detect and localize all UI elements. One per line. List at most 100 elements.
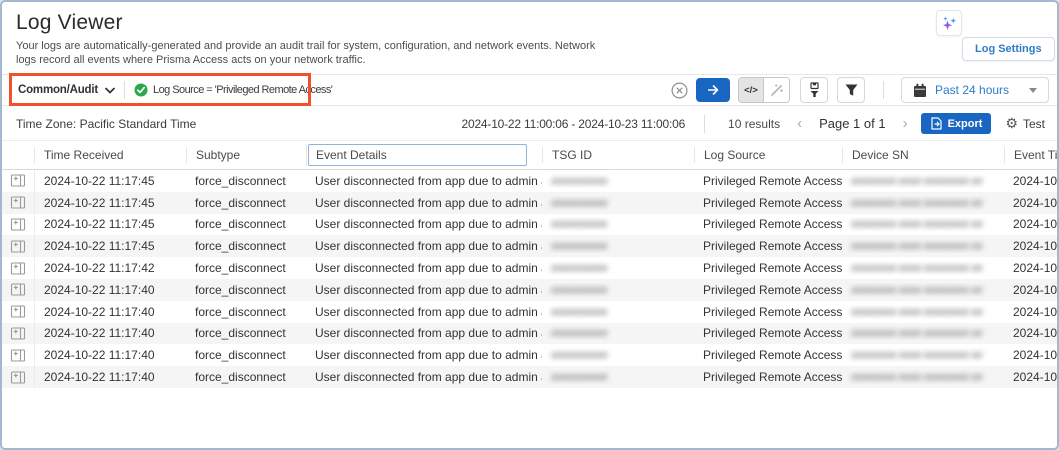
previous-page-button[interactable]: ‹ xyxy=(794,116,805,131)
log-settings-label: Log Settings xyxy=(975,43,1042,55)
cell-event-details: User disconnected from app due to admin … xyxy=(306,326,542,340)
cell-event-time: 2024-10-22 xyxy=(1004,305,1057,319)
column-header-time-received[interactable]: Time Received xyxy=(34,147,186,163)
table-row[interactable]: 2024-10-22 11:17:40 force_disconnect Use… xyxy=(2,323,1057,345)
cell-log-source: Privileged Remote Access xyxy=(694,174,842,188)
run-query-button[interactable] xyxy=(696,78,730,102)
cell-event-details: User disconnected from app due to admin … xyxy=(306,348,542,362)
query-filter-text: Log Source = 'Privileged Remote Access' xyxy=(153,84,332,96)
cell-tsg-id: ########## xyxy=(542,305,694,319)
table-row[interactable]: 2024-10-22 11:17:40 force_disconnect Use… xyxy=(2,344,1057,366)
open-detail-panel-icon xyxy=(10,173,26,188)
cell-log-source: Privileged Remote Access xyxy=(694,283,842,297)
cell-event-time: 2024-10-22 xyxy=(1004,174,1057,188)
gear-icon: ⚙ xyxy=(1005,117,1018,131)
table-row[interactable]: 2024-10-22 11:17:40 force_disconnect Use… xyxy=(2,279,1057,301)
column-header-device-sn[interactable]: Device SN xyxy=(842,147,1004,163)
redacted-device-sn: ######## #### ######## ## xyxy=(851,350,982,362)
row-expand-button[interactable] xyxy=(2,326,34,341)
column-header-event-details[interactable]: Event Details xyxy=(306,144,542,166)
cell-time-received: 2024-10-22 11:17:42 xyxy=(34,257,186,279)
clear-query-button[interactable] xyxy=(671,82,688,99)
column-header-log-source[interactable]: Log Source xyxy=(694,147,842,163)
cell-event-time: 2024-10-22 xyxy=(1004,261,1057,275)
cell-tsg-id: ########## xyxy=(542,261,694,275)
test-settings-button[interactable]: ⚙ Test xyxy=(1005,117,1045,131)
cell-event-details: User disconnected from app due to admin … xyxy=(306,174,542,188)
export-button[interactable]: Export xyxy=(921,113,992,134)
redacted-tsg-id: ########## xyxy=(551,263,607,275)
log-settings-button[interactable]: Log Settings xyxy=(962,37,1055,61)
cell-time-received: 2024-10-22 11:17:45 xyxy=(34,214,186,236)
test-label: Test xyxy=(1023,117,1045,131)
redacted-device-sn: ######## #### ######## ## xyxy=(851,219,982,231)
cell-tsg-id: ########## xyxy=(542,283,694,297)
row-expand-button[interactable] xyxy=(2,282,34,297)
open-detail-panel-icon xyxy=(10,217,26,232)
cell-device-sn: ######## #### ######## ## xyxy=(842,370,1004,384)
code-icon: </> xyxy=(744,85,758,96)
row-expand-button[interactable] xyxy=(2,195,34,210)
row-expand-button[interactable] xyxy=(2,217,34,232)
log-table-body: 2024-10-22 11:17:45 force_disconnect Use… xyxy=(2,170,1057,388)
export-label: Export xyxy=(948,118,983,130)
cell-subtype: force_disconnect xyxy=(186,326,306,340)
row-expand-button[interactable] xyxy=(2,261,34,276)
date-range-label: 2024-10-22 11:00:06 - 2024-10-23 11:00:0… xyxy=(462,117,686,131)
table-row[interactable]: 2024-10-22 11:17:45 force_disconnect Use… xyxy=(2,235,1057,257)
cell-event-time: 2024-10-22 xyxy=(1004,348,1057,362)
redacted-device-sn: ######## #### ######## ## xyxy=(851,307,982,319)
assisted-mode-button[interactable] xyxy=(764,78,789,102)
cell-time-received: 2024-10-22 11:17:40 xyxy=(34,323,186,345)
cell-time-received: 2024-10-22 11:17:45 xyxy=(34,192,186,214)
cell-time-received: 2024-10-22 11:17:45 xyxy=(34,235,186,257)
log-type-dropdown[interactable]: Common/Audit xyxy=(18,84,115,96)
code-mode-button[interactable]: </> xyxy=(739,78,764,102)
cell-event-time: 2024-10-22 xyxy=(1004,196,1057,210)
cell-event-time: 2024-10-22 xyxy=(1004,217,1057,231)
circle-x-icon xyxy=(671,82,688,99)
table-header-row: Time Received Subtype Event Details TSG … xyxy=(2,140,1057,170)
filter-button[interactable] xyxy=(837,77,865,103)
divider xyxy=(883,81,884,99)
table-row[interactable]: 2024-10-22 11:17:42 force_disconnect Use… xyxy=(2,257,1057,279)
table-row[interactable]: 2024-10-22 11:17:40 force_disconnect Use… xyxy=(2,301,1057,323)
row-expand-button[interactable] xyxy=(2,304,34,319)
redacted-device-sn: ######## #### ######## ## xyxy=(851,285,982,297)
table-row[interactable]: 2024-10-22 11:17:45 force_disconnect Use… xyxy=(2,192,1057,214)
row-expand-button[interactable] xyxy=(2,370,34,385)
arrow-right-icon xyxy=(706,83,720,97)
row-expand-button[interactable] xyxy=(2,173,34,188)
cell-log-source: Privileged Remote Access xyxy=(694,196,842,210)
table-row[interactable]: 2024-10-22 11:17:45 force_disconnect Use… xyxy=(2,214,1057,236)
cell-tsg-id: ########## xyxy=(542,174,694,188)
cell-subtype: force_disconnect xyxy=(186,348,306,362)
row-expand-button[interactable] xyxy=(2,239,34,254)
redacted-tsg-id: ########## xyxy=(551,307,607,319)
table-row[interactable]: 2024-10-22 11:17:45 force_disconnect Use… xyxy=(2,170,1057,192)
redacted-tsg-id: ########## xyxy=(551,219,607,231)
time-range-dropdown[interactable]: Past 24 hours xyxy=(901,77,1049,103)
timezone-label: Time Zone: Pacific Standard Time xyxy=(16,117,196,131)
column-header-subtype[interactable]: Subtype xyxy=(186,147,306,163)
row-expand-button[interactable] xyxy=(2,348,34,363)
chevron-down-icon xyxy=(105,87,115,94)
pagination-label: Page 1 of 1 xyxy=(819,116,886,131)
column-header-tsg-id[interactable]: TSG ID xyxy=(542,147,694,163)
next-page-button[interactable]: › xyxy=(900,116,911,131)
ai-copilot-button[interactable] xyxy=(936,10,962,36)
open-detail-panel-icon xyxy=(10,304,26,319)
query-filter-chip[interactable]: Log Source = 'Privileged Remote Access' xyxy=(134,83,332,97)
cell-tsg-id: ########## xyxy=(542,326,694,340)
table-row[interactable]: 2024-10-22 11:17:40 force_disconnect Use… xyxy=(2,366,1057,388)
query-input[interactable] xyxy=(332,75,671,105)
cell-device-sn: ######## #### ######## ## xyxy=(842,217,1004,231)
cell-device-sn: ######## #### ######## ## xyxy=(842,283,1004,297)
column-header-event-time[interactable]: Event Time xyxy=(1004,147,1057,163)
query-mode-toggle: </> xyxy=(738,77,790,103)
save-filter-button[interactable] xyxy=(800,77,828,103)
cell-event-time: 2024-10-22 xyxy=(1004,239,1057,253)
cell-subtype: force_disconnect xyxy=(186,261,306,275)
calendar-icon xyxy=(913,83,927,98)
divider xyxy=(704,115,705,133)
